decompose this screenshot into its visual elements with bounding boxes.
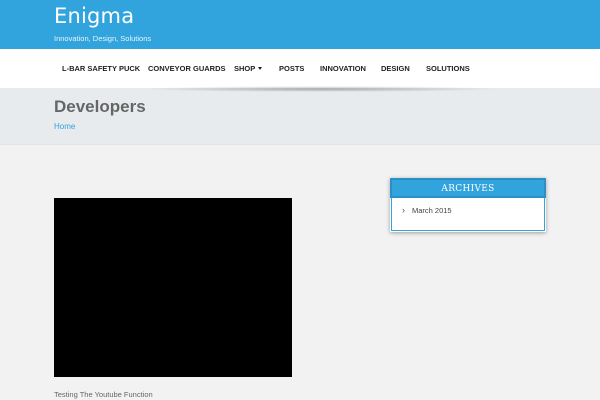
site-tagline: Innovation, Design, Solutions <box>54 34 152 43</box>
nav-item-label: CONVEYOR GUARDS <box>148 64 226 73</box>
site-title[interactable]: Enigma <box>54 4 134 28</box>
nav-item-posts[interactable]: POSTS <box>279 49 304 88</box>
archive-link-march-2015[interactable]: › March 2015 <box>402 206 452 216</box>
archives-widget-header: ARCHIVES <box>390 178 546 198</box>
caret-down-icon <box>258 66 263 70</box>
nav-item-label: SHOP <box>234 64 256 73</box>
nav-item-label: L-BAR SAFETY PUCK <box>62 64 141 73</box>
archives-widget-body: › March 2015 <box>391 198 545 231</box>
nav-item-label: DESIGN <box>381 64 410 73</box>
nav-item-innovation[interactable]: INNOVATION <box>320 49 366 88</box>
nav-item-label: INNOVATION <box>320 64 366 73</box>
nav-shadow-divider <box>140 86 500 92</box>
top-header-bar: Enigma Innovation, Design, Solutions <box>0 0 600 49</box>
nav-item-l-bar-safety-puck[interactable]: L-BAR SAFETY PUCK <box>62 49 140 88</box>
breadcrumb-home-link[interactable]: Home <box>54 122 75 131</box>
nav-item-conveyor-guards[interactable]: CONVEYOR GUARDS <box>148 49 226 88</box>
nav-item-design[interactable]: DESIGN <box>381 49 410 88</box>
nav-item-shop[interactable]: SHOP <box>234 49 263 88</box>
nav-item-label: SOLUTIONS <box>426 64 470 73</box>
page-title: Developers <box>54 97 146 116</box>
post-text: Testing The Youtube Function <box>54 390 153 399</box>
main-navigation: L-BAR SAFETY PUCK CONVEYOR GUARDS SHOP P… <box>0 49 600 88</box>
embedded-video-player[interactable] <box>54 198 292 377</box>
archives-widget-title: ARCHIVES <box>441 184 495 194</box>
nav-item-solutions[interactable]: SOLUTIONS <box>426 49 470 88</box>
archive-link-label: March 2015 <box>412 206 452 215</box>
archives-widget: ARCHIVES › March 2015 <box>390 178 546 232</box>
nav-item-label: POSTS <box>279 64 305 73</box>
chevron-right-icon: › <box>402 205 405 215</box>
